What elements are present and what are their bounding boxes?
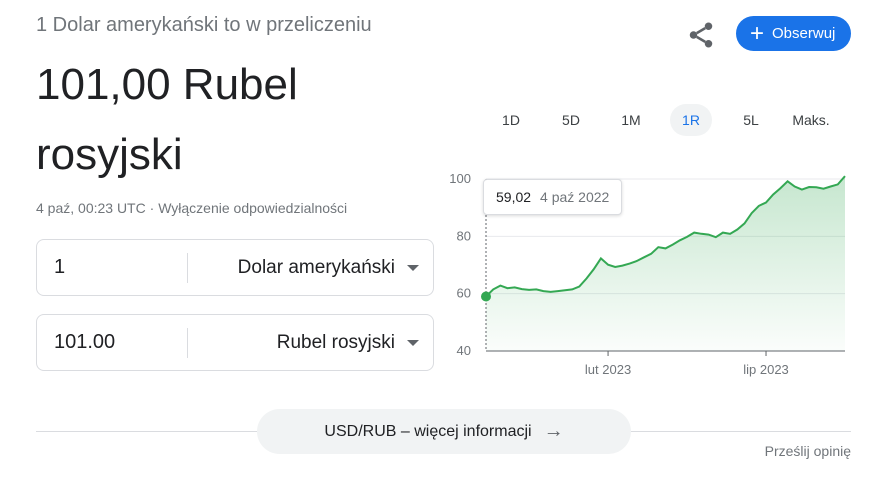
- plus-icon: +: [750, 19, 765, 47]
- divider: [629, 431, 851, 432]
- result-line-2: rosyjski: [36, 130, 183, 179]
- chevron-down-icon: [407, 264, 419, 271]
- arrow-right-icon: →: [543, 420, 564, 442]
- from-currency-label: Dolar amerykański: [237, 256, 395, 278]
- x-tick-label: lut 2023: [585, 362, 631, 377]
- more-info-button[interactable]: USD/RUB – więcej informacji →: [257, 409, 631, 454]
- share-icon[interactable]: [686, 20, 716, 50]
- y-tick-label: 100: [449, 171, 471, 186]
- to-currency-select[interactable]: Rubel rosyjski: [188, 332, 433, 354]
- divider: [36, 431, 258, 432]
- x-tick-label: lip 2023: [743, 362, 789, 377]
- tab-5l[interactable]: 5L: [721, 104, 781, 136]
- chevron-down-icon: [407, 339, 419, 346]
- timestamp: 4 paź, 00:23 UTC: [36, 200, 146, 216]
- to-currency-label: Rubel rosyjski: [276, 331, 395, 353]
- meta-separator: ·: [145, 200, 159, 216]
- conversion-subtitle: 1 Dolar amerykański to w przeliczeniu: [36, 14, 372, 36]
- tooltip-date: 4 paź 2022: [540, 189, 610, 205]
- chart-tooltip: 59,02 4 paź 2022: [483, 179, 623, 215]
- y-tick-label: 40: [457, 343, 471, 358]
- disclaimer-link[interactable]: Wyłączenie odpowiedzialności: [158, 200, 347, 216]
- tooltip-value: 59,02: [496, 189, 532, 205]
- range-tabs: 1D 5D 1M 1R 5L Maks.: [481, 104, 841, 136]
- converter-to: 101.00 Rubel rosyjski: [36, 314, 434, 371]
- from-currency-select[interactable]: Dolar amerykański: [188, 257, 433, 279]
- y-tick-label: 60: [457, 286, 471, 301]
- tab-5d[interactable]: 5D: [541, 104, 601, 136]
- rate-meta: 4 paź, 00:23 UTC · Wyłączenie odpowiedzi…: [36, 200, 347, 216]
- tab-1d[interactable]: 1D: [481, 104, 541, 136]
- follow-button-label: Obserwuj: [772, 25, 836, 42]
- tab-1m[interactable]: 1M: [601, 104, 661, 136]
- feedback-link[interactable]: Prześlij opinię: [765, 443, 851, 459]
- converter-from: 1 Dolar amerykański: [36, 239, 434, 296]
- more-info-label: USD/RUB – więcej informacji: [324, 422, 532, 440]
- follow-button[interactable]: + Obserwuj: [736, 16, 851, 51]
- tab-max[interactable]: Maks.: [781, 104, 841, 136]
- result-line-1: 101,00 Rubel: [36, 60, 298, 109]
- from-amount-input[interactable]: 1: [37, 256, 187, 279]
- to-amount-input[interactable]: 101.00: [37, 331, 187, 354]
- chart-cursor-dot: [481, 291, 491, 302]
- y-tick-label: 80: [457, 228, 471, 243]
- tab-1r[interactable]: 1R: [670, 104, 712, 136]
- conversion-result: 101,00 Rubel rosyjski: [36, 50, 436, 190]
